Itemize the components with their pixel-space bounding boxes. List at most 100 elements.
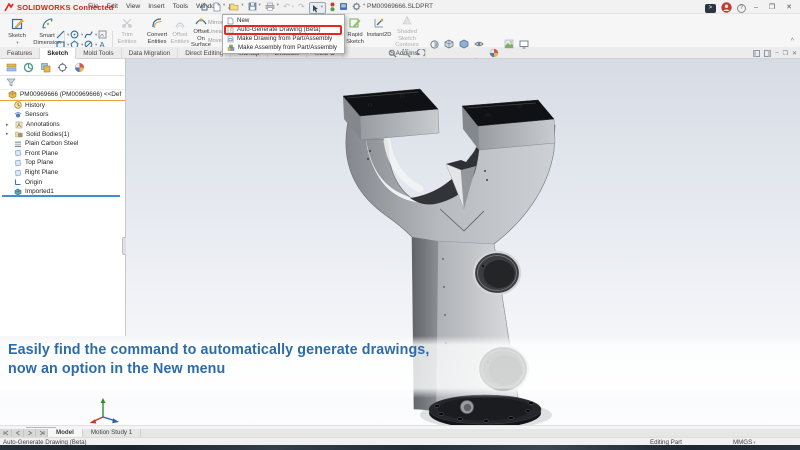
make-assembly-icon bbox=[227, 44, 235, 52]
study-tab-bar: Model Motion Study 1 bbox=[0, 429, 800, 437]
pane-right-icon[interactable] bbox=[764, 50, 771, 57]
make-drawing-icon bbox=[227, 35, 234, 43]
zoom-to-area-icon[interactable] bbox=[402, 49, 411, 58]
tab-scroll-prev-button[interactable] bbox=[12, 429, 24, 437]
tree-item-top-plane[interactable]: Top Plane bbox=[0, 158, 125, 168]
instant2d-icon bbox=[373, 17, 385, 29]
caption-line-2: now an option in the New menu bbox=[8, 360, 429, 379]
solidworks-window: SOLIDWORKS Connected File Edit View Inse… bbox=[0, 0, 800, 450]
doc-restore-icon[interactable]: ❐ bbox=[783, 50, 788, 57]
solid-bodies-folder-icon bbox=[15, 130, 23, 138]
annotations-icon bbox=[15, 121, 23, 129]
rapid-sketch-icon bbox=[349, 17, 361, 29]
right-pad bbox=[462, 100, 555, 150]
display-manager-tab-icon[interactable] bbox=[74, 62, 85, 73]
plane-icon bbox=[14, 169, 22, 177]
menu-item-new[interactable]: New bbox=[223, 16, 344, 25]
convert-entities-icon bbox=[151, 17, 163, 29]
circle-tool[interactable] bbox=[70, 30, 83, 39]
plane-icon bbox=[14, 149, 22, 157]
console-prompt-icon[interactable]: > bbox=[705, 4, 716, 13]
auto-generate-drawing-icon bbox=[227, 26, 234, 34]
tree-item-front-plane[interactable]: Front Plane bbox=[0, 149, 125, 159]
doc-close-icon[interactable]: ✕ bbox=[792, 50, 797, 57]
shaded-sketch-contours-icon bbox=[401, 15, 413, 26]
tab-scroll-first-button[interactable] bbox=[0, 429, 12, 437]
spline-tool[interactable] bbox=[84, 30, 97, 39]
caption-text: Easily find the command to automatically… bbox=[8, 341, 429, 379]
part-icon bbox=[8, 90, 17, 99]
tab-scroll-next-button[interactable] bbox=[24, 429, 36, 437]
filter-funnel-icon bbox=[6, 78, 16, 87]
expand-icon[interactable] bbox=[6, 131, 12, 137]
expand-icon[interactable] bbox=[6, 122, 12, 128]
document-title: PM00969666.SLDPRT bbox=[0, 0, 800, 14]
command-manager-ribbon: Sketch Smart Dimension A Trim E bbox=[0, 14, 800, 47]
tree-item-annotations[interactable]: Annotations bbox=[0, 120, 125, 130]
menu-item-make-assembly[interactable]: Make Assembly from Part/Assembly bbox=[223, 43, 344, 52]
shaded-sketch-contours-tool[interactable]: Shaded Sketch Contours bbox=[392, 15, 422, 48]
feature-manager-tab-icon[interactable] bbox=[6, 62, 17, 73]
sketch-tool[interactable]: Sketch bbox=[4, 17, 30, 46]
trim-entities-icon bbox=[121, 17, 133, 29]
history-icon bbox=[14, 101, 22, 109]
configuration-manager-tab-icon[interactable] bbox=[40, 62, 51, 73]
orientation-triad bbox=[88, 394, 124, 426]
tree-item-history[interactable]: History bbox=[0, 101, 125, 111]
tab-features[interactable]: Features bbox=[0, 48, 40, 59]
sketch-picture-tool[interactable] bbox=[98, 30, 107, 39]
dimxpert-manager-tab-icon[interactable] bbox=[57, 62, 68, 73]
model-tab[interactable]: Model bbox=[48, 429, 83, 437]
caption-line-1: Easily find the command to automatically… bbox=[8, 341, 429, 360]
pattern-tools-stack: Mirror Entities Linear Sketch Pattern Mo… bbox=[206, 19, 223, 46]
user-avatar[interactable] bbox=[721, 2, 732, 13]
pane-left-icon[interactable] bbox=[753, 50, 760, 57]
previous-view-icon[interactable] bbox=[416, 49, 425, 58]
tree-filter[interactable] bbox=[0, 76, 125, 90]
mirror-entities-tool[interactable]: Mirror Entities bbox=[206, 19, 223, 28]
edit-appearance-icon[interactable] bbox=[489, 48, 499, 58]
new-document-icon bbox=[227, 17, 234, 25]
line-tool[interactable] bbox=[56, 30, 69, 39]
doc-minimize-icon[interactable]: – bbox=[775, 50, 778, 56]
move-entities-tool[interactable]: Move Entities bbox=[206, 37, 223, 46]
heads-up-toolbar bbox=[388, 47, 529, 59]
restore-button[interactable]: ❐ bbox=[766, 1, 778, 14]
collapse-ribbon-icon[interactable]: ^ bbox=[791, 38, 794, 45]
tree-root-part[interactable]: PM00969666 (PM00969666) <<Def bbox=[0, 90, 125, 100]
tree-item-sensors[interactable]: Sensors bbox=[0, 110, 125, 120]
linear-sketch-pattern-tool[interactable]: Linear Sketch Pattern bbox=[206, 28, 223, 37]
manager-pane-tabs bbox=[0, 59, 125, 76]
upper-boss bbox=[474, 252, 520, 294]
status-bar: Auto-Generate Drawing (Beta) Editing Par… bbox=[0, 437, 800, 445]
material-icon bbox=[14, 140, 22, 148]
motion-study-tab[interactable]: Motion Study 1 bbox=[83, 429, 141, 437]
minimize-button[interactable]: – bbox=[751, 1, 761, 14]
tab-mold-tools[interactable]: Mold Tools bbox=[76, 48, 121, 59]
tab-sketch[interactable]: Sketch bbox=[40, 48, 76, 59]
origin-icon bbox=[14, 178, 22, 186]
tree-item-solid-bodies[interactable]: Solid Bodies(1) bbox=[0, 129, 125, 139]
menu-item-make-drawing[interactable]: Make Drawing from Part/Assembly bbox=[223, 34, 344, 43]
offset-entities-icon bbox=[174, 17, 186, 29]
sensors-icon bbox=[14, 111, 22, 119]
tree-item-origin[interactable]: Origin bbox=[0, 177, 125, 187]
smart-dimension-icon bbox=[41, 17, 54, 30]
trim-entities-tool[interactable]: Trim Entities bbox=[113, 17, 141, 45]
caption-overlay: Easily find the command to automatically… bbox=[0, 336, 800, 398]
tree-item-material[interactable]: Plain Carbon Steel bbox=[0, 139, 125, 149]
rapid-sketch-tool[interactable]: Rapid Sketch bbox=[344, 17, 366, 45]
instant2d-tool[interactable]: Instant2D bbox=[366, 17, 392, 39]
panel-splitter-handle[interactable] bbox=[122, 237, 126, 255]
tree-item-right-plane[interactable]: Right Plane bbox=[0, 168, 125, 178]
rollback-bar[interactable] bbox=[2, 195, 120, 197]
tab-scroll-last-button[interactable] bbox=[36, 429, 48, 437]
zoom-to-fit-icon[interactable] bbox=[388, 49, 397, 58]
menu-item-auto-generate-drawing[interactable]: Auto-Generate Drawing (Beta) bbox=[223, 25, 344, 34]
property-manager-tab-icon[interactable] bbox=[23, 62, 34, 73]
feature-manager-panel: PM00969666 (PM00969666) <<Def History Se… bbox=[0, 59, 126, 336]
close-button[interactable]: ✕ bbox=[783, 1, 795, 14]
tab-data-migration[interactable]: Data Migration bbox=[122, 48, 179, 59]
new-flyout-menu: New Auto-Generate Drawing (Beta) Make Dr… bbox=[222, 14, 345, 54]
help-icon[interactable]: ? bbox=[737, 4, 746, 13]
